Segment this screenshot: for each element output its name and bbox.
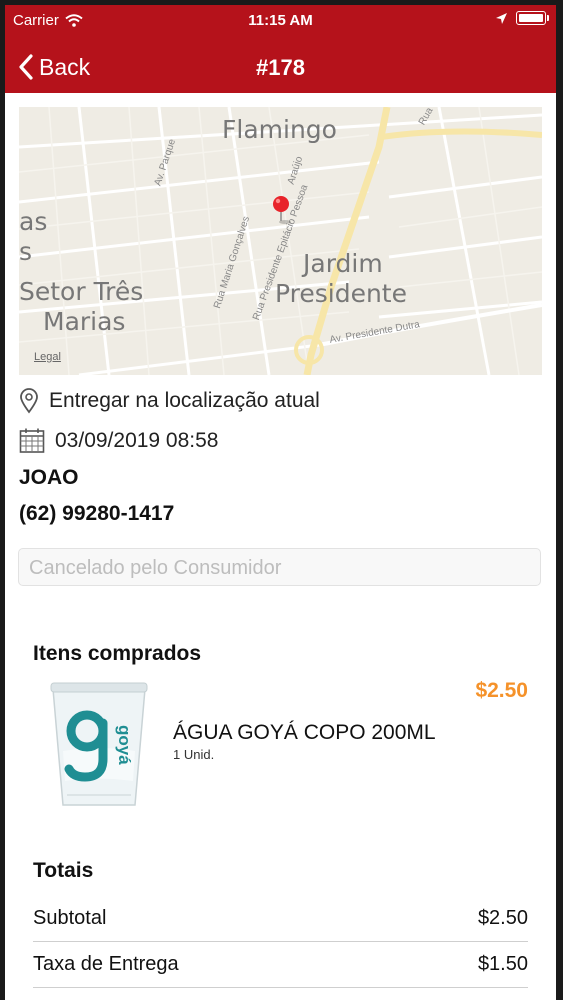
delivery-datetime: 03/09/2019 08:58 bbox=[55, 429, 219, 452]
location-pin-icon bbox=[20, 388, 38, 414]
product-image: goyá bbox=[50, 682, 148, 806]
status-bar: Carrier 11:15 AM bbox=[5, 5, 556, 35]
map-area-label: Flamingo bbox=[222, 115, 337, 144]
delivery-map[interactable]: Flamingo Jardim Presidente Setor Três Ma… bbox=[19, 107, 542, 375]
delivery-location-text: Entregar na localização atual bbox=[49, 389, 320, 412]
status-right bbox=[495, 11, 549, 25]
totals-row-delivery-fee: Taxa de Entrega $1.50 bbox=[33, 942, 528, 988]
order-number-title: #178 bbox=[256, 55, 305, 80]
map-area-label: Setor Três bbox=[19, 277, 144, 306]
customer-name: JOAO bbox=[19, 466, 79, 489]
totals-label: Subtotal bbox=[33, 907, 107, 929]
items-section-title: Itens comprados bbox=[33, 642, 202, 665]
map-pin-icon bbox=[273, 196, 291, 224]
map-area-label: Presidente bbox=[275, 279, 407, 308]
totals-row-subtotal: Subtotal $2.50 bbox=[33, 896, 528, 942]
calendar-icon bbox=[19, 428, 45, 453]
totals-section-title: Totais bbox=[33, 859, 94, 882]
map-area-label: s bbox=[19, 237, 33, 266]
delivery-datetime-row: 03/09/2019 08:58 bbox=[19, 428, 219, 454]
totals-value: $1.50 bbox=[477, 953, 528, 975]
map-area-label: Marias bbox=[43, 307, 126, 336]
map-legal-link[interactable]: Legal bbox=[34, 351, 61, 363]
delivery-location-row: Entregar na localização atual bbox=[19, 388, 320, 414]
product-brand-logo: goyá bbox=[115, 725, 134, 765]
navigation-bar: Carrier 11:15 AM Back #178 bbox=[5, 5, 556, 93]
battery-icon bbox=[516, 11, 549, 25]
item-quantity: 1 Unid. bbox=[173, 747, 215, 762]
order-status-field[interactable]: Cancelado pelo Consumidor bbox=[18, 548, 541, 586]
location-arrow-icon bbox=[496, 12, 507, 24]
item-price: $2.50 bbox=[475, 679, 528, 702]
item-name: ÁGUA GOYÁ COPO 200ML bbox=[173, 721, 436, 744]
map-area-label: Jardim bbox=[303, 249, 383, 278]
map-area-label: as bbox=[19, 207, 48, 236]
totals-value: $2.50 bbox=[477, 907, 528, 929]
app-screen: Carrier 11:15 AM Back #178 Flamingo Jard… bbox=[5, 5, 556, 1000]
status-time: 11:15 AM bbox=[248, 12, 313, 29]
totals-label: Taxa de Entrega bbox=[33, 953, 179, 975]
customer-phone[interactable]: (62) 99280-1417 bbox=[19, 502, 174, 526]
